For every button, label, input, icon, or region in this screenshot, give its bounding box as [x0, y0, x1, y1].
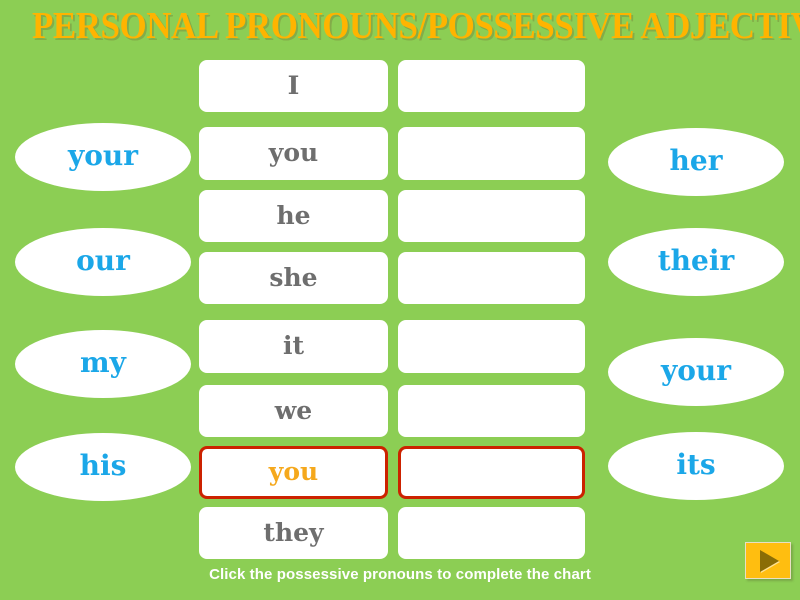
- option-ellipse-left-1[interactable]: your: [15, 123, 191, 191]
- pronoun-label: I: [287, 70, 300, 100]
- option-ellipse-right-3[interactable]: your: [608, 338, 784, 406]
- instruction-text: Click the possessive pronouns to complet…: [209, 566, 591, 583]
- option-label: your: [67, 139, 139, 172]
- pronoun-label: they: [263, 517, 324, 547]
- option-label: my: [80, 346, 126, 379]
- option-ellipse-right-2[interactable]: their: [608, 228, 784, 296]
- play-triangle-icon: [760, 549, 779, 572]
- pronoun-label: it: [282, 331, 305, 360]
- option-ellipse-right-4[interactable]: its: [608, 432, 784, 500]
- possessive-answer-cell[interactable]: [398, 252, 585, 304]
- possessive-answer-cell[interactable]: [398, 60, 585, 112]
- pronoun-cell[interactable]: you: [199, 446, 388, 499]
- pronoun-cell[interactable]: I: [199, 60, 388, 112]
- pronoun-label: you: [268, 457, 319, 486]
- option-ellipse-right-1[interactable]: her: [608, 128, 784, 196]
- pronoun-cell[interactable]: we: [199, 385, 388, 437]
- possessive-answer-cell[interactable]: [398, 507, 585, 559]
- possessive-answer-cell[interactable]: [398, 320, 585, 373]
- option-label: his: [79, 449, 127, 482]
- pronoun-label: he: [276, 200, 311, 230]
- pronoun-cell[interactable]: she: [199, 252, 388, 304]
- option-ellipse-left-2[interactable]: our: [15, 228, 191, 296]
- pronoun-cell[interactable]: it: [199, 320, 388, 373]
- possessive-answer-cell[interactable]: [398, 127, 585, 180]
- next-button[interactable]: [745, 542, 791, 579]
- possessive-answer-cell[interactable]: [398, 385, 585, 437]
- option-label: her: [669, 144, 723, 177]
- option-label: our: [76, 244, 130, 277]
- option-label: your: [660, 354, 732, 387]
- pronoun-label: you: [268, 138, 319, 167]
- option-label: its: [676, 448, 716, 481]
- pronoun-label: she: [269, 262, 318, 292]
- option-ellipse-left-4[interactable]: his: [15, 433, 191, 501]
- pronoun-cell[interactable]: he: [199, 190, 388, 242]
- possessive-answer-cell[interactable]: [398, 446, 585, 499]
- page-title: PERSONAL PRONOUNS/POSSESSIVE ADJECTIVES: [32, 5, 800, 47]
- pronoun-cell[interactable]: you: [199, 127, 388, 180]
- pronoun-label: we: [274, 395, 313, 425]
- slide-canvas: PERSONAL PRONOUNS/POSSESSIVE ADJECTIVES …: [0, 0, 800, 600]
- possessive-answer-cell[interactable]: [398, 190, 585, 242]
- pronoun-cell[interactable]: they: [199, 507, 388, 559]
- option-ellipse-left-3[interactable]: my: [15, 330, 191, 398]
- option-label: their: [657, 244, 735, 277]
